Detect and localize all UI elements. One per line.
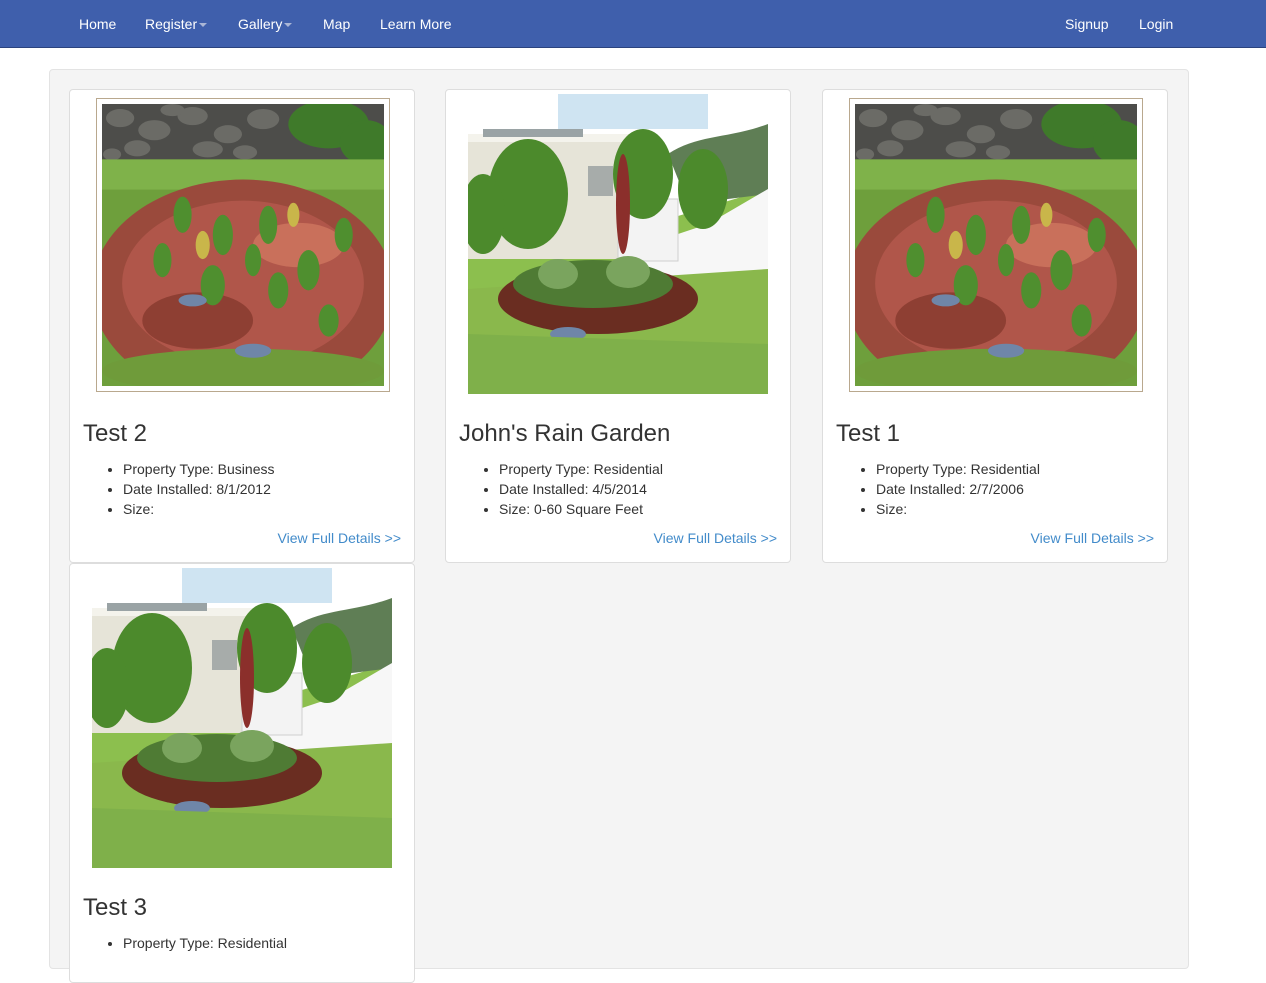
garden-photo[interactable] [92, 568, 392, 868]
garden-photo[interactable] [849, 98, 1143, 392]
caret-down-icon [199, 23, 208, 28]
top-navbar: Home Register Gallery Map Learn More Sig… [0, 0, 1266, 48]
card-info-list: Property Type: Residential [83, 933, 287, 953]
card-info-list: Property Type: Residential Date Installe… [836, 459, 1040, 519]
date-installed: Date Installed: 4/5/2014 [499, 479, 663, 499]
caret-down-icon [284, 23, 293, 28]
date-installed: Date Installed: 8/1/2012 [123, 479, 274, 499]
gallery-card: Test 2 Property Type: Business Date Inst… [69, 89, 415, 563]
nav-login-link[interactable]: Login [1139, 0, 1173, 48]
nav-map-link[interactable]: Map [323, 0, 350, 48]
nav-register-dropdown[interactable]: Register [145, 0, 208, 48]
property-type: Property Type: Business [123, 459, 274, 479]
size: Size: [876, 499, 1040, 519]
card-info-list: Property Type: Business Date Installed: … [83, 459, 274, 519]
view-full-details-link[interactable]: View Full Details >> [278, 530, 401, 546]
card-title: Test 2 [83, 420, 148, 447]
gallery-card: John's Rain Garden Property Type: Reside… [445, 89, 791, 563]
garden-photo[interactable] [96, 98, 390, 392]
nav-register-label: Register [145, 16, 198, 32]
size: Size: [123, 499, 274, 519]
card-info-list: Property Type: Residential Date Installe… [459, 459, 663, 519]
size: Size: 0-60 Square Feet [499, 499, 663, 519]
gallery-card: Test 1 Property Type: Residential Date I… [822, 89, 1168, 563]
card-title: John's Rain Garden [459, 420, 671, 447]
property-type: Property Type: Residential [876, 459, 1040, 479]
nav-gallery-dropdown[interactable]: Gallery [238, 0, 293, 48]
nav-gallery-label: Gallery [238, 16, 283, 32]
card-title: Test 1 [836, 420, 901, 447]
date-installed: Date Installed: 2/7/2006 [876, 479, 1040, 499]
property-type: Property Type: Residential [123, 933, 287, 953]
nav-learn-more-link[interactable]: Learn More [380, 0, 452, 48]
property-type: Property Type: Residential [499, 459, 663, 479]
garden-photo[interactable] [468, 94, 768, 394]
nav-signup-link[interactable]: Signup [1065, 0, 1109, 48]
view-full-details-link[interactable]: View Full Details >> [654, 530, 777, 546]
nav-home-link[interactable]: Home [79, 0, 116, 48]
gallery-card: Test 3 Property Type: Residential [69, 563, 415, 983]
card-title: Test 3 [83, 894, 148, 921]
view-full-details-link[interactable]: View Full Details >> [1031, 530, 1154, 546]
